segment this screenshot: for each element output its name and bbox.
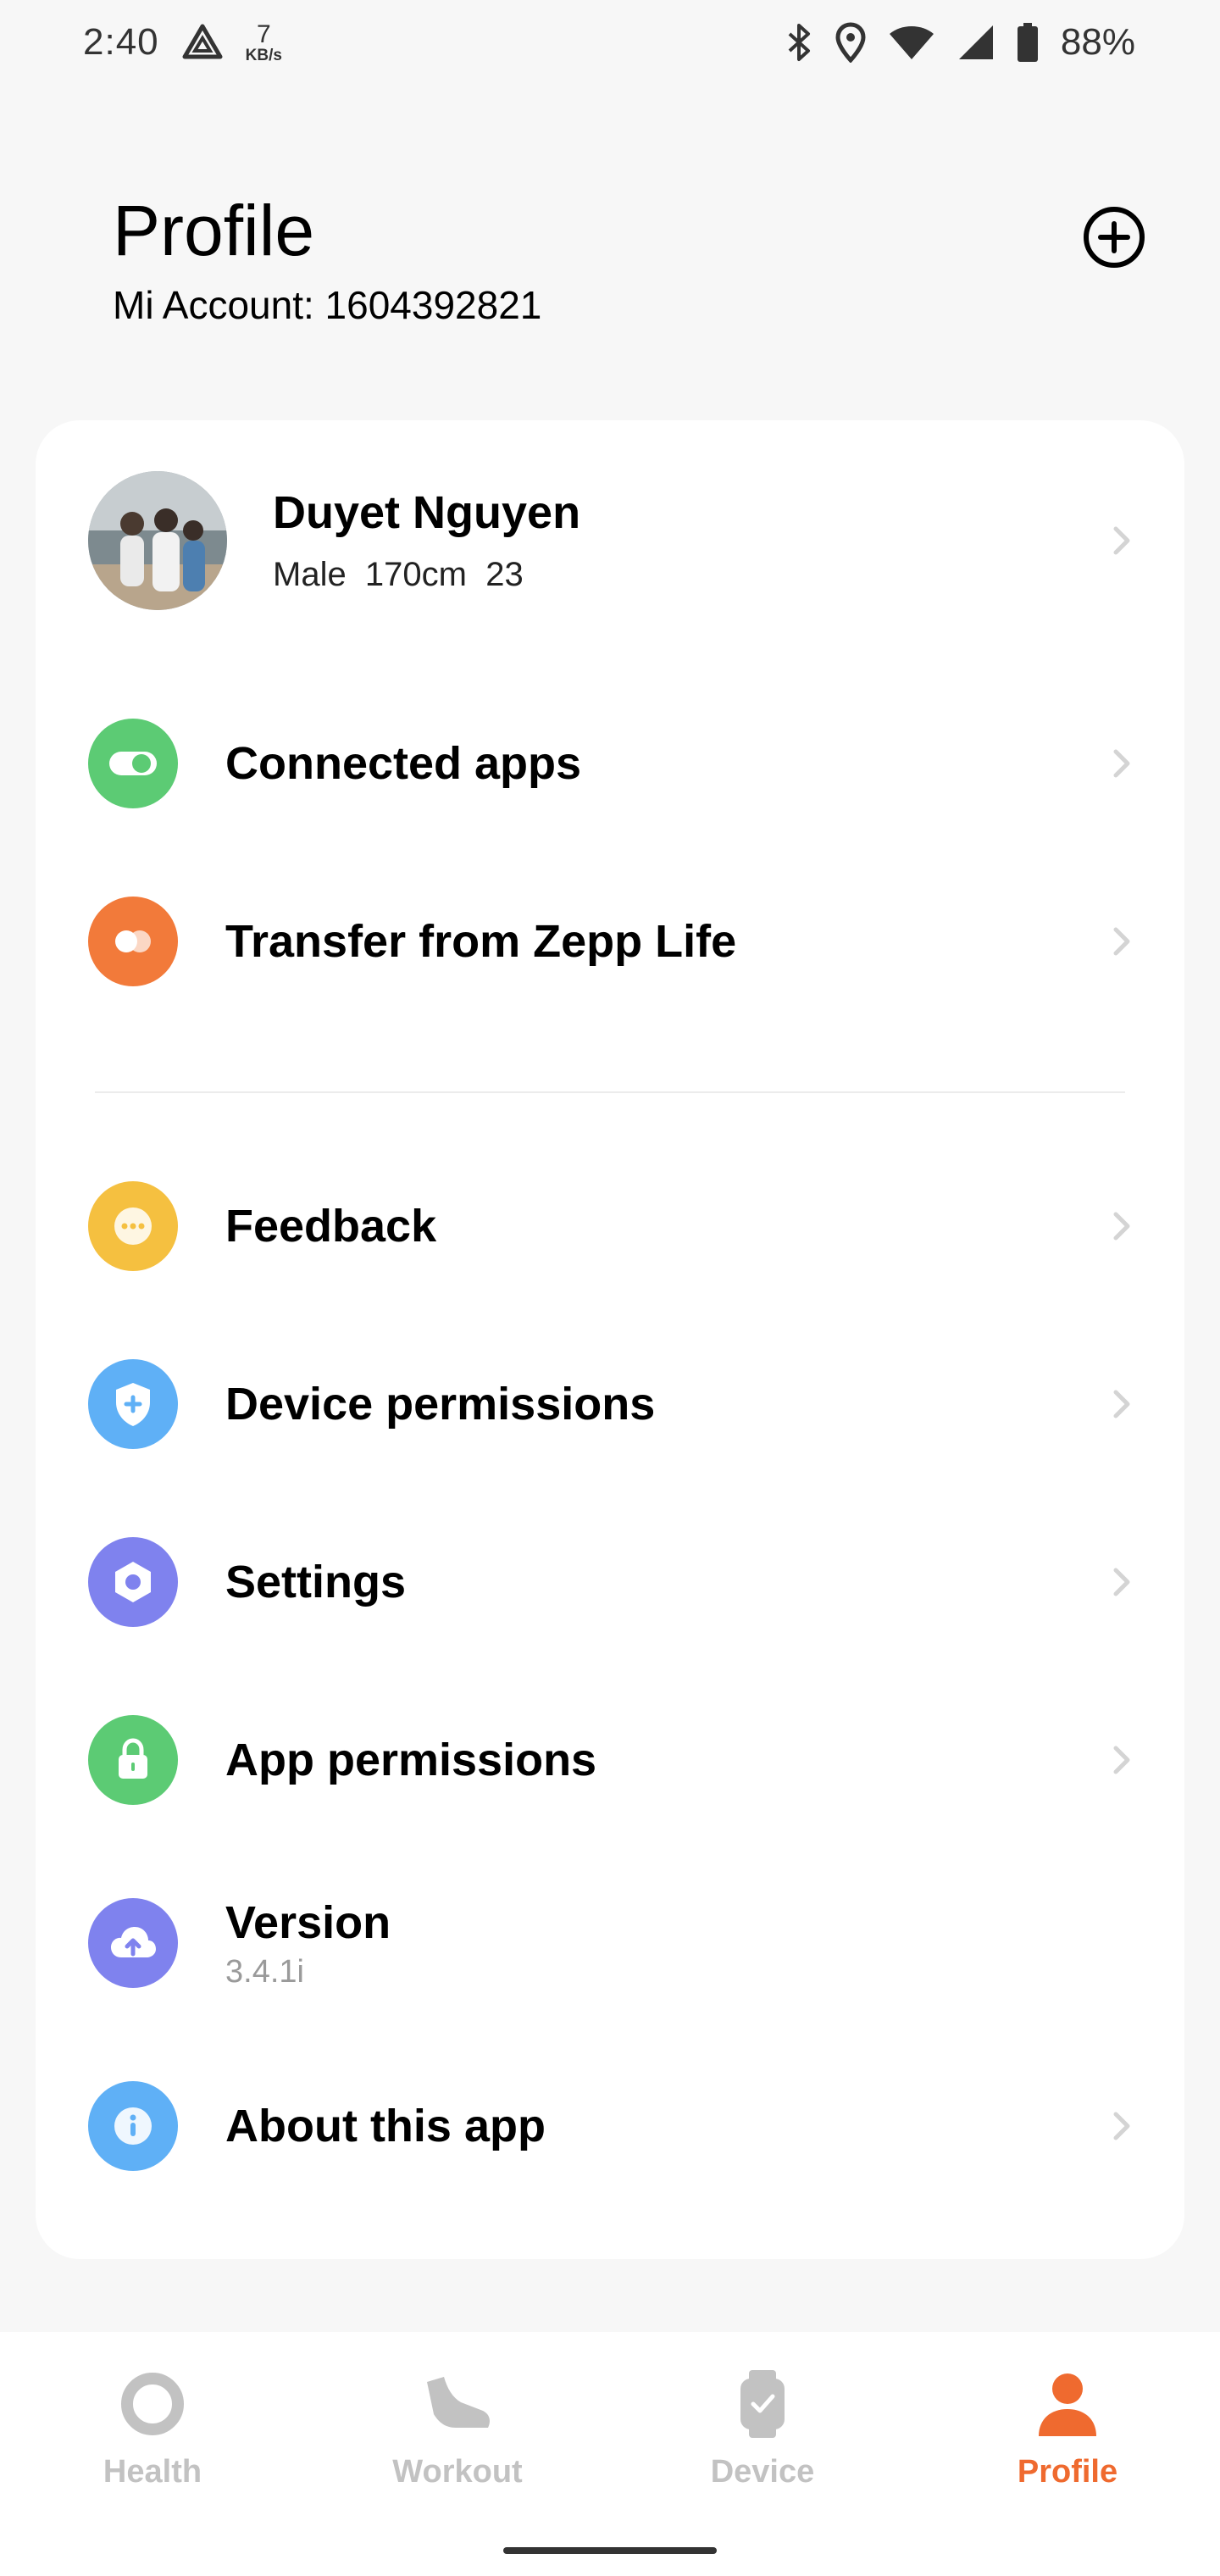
settings-label: Settings xyxy=(225,1557,407,1607)
chevron-right-icon xyxy=(1105,1387,1139,1421)
connected-apps-row[interactable]: Connected apps xyxy=(36,719,1184,808)
bottom-navigation: Health Workout Device Profile xyxy=(0,2332,1220,2576)
profile-menu-card: Duyet Nguyen Male 170cm 23 Connected app… xyxy=(36,420,1184,2259)
hexagon-gear-icon xyxy=(88,1537,178,1627)
section-divider xyxy=(95,1091,1125,1093)
info-icon xyxy=(88,2081,178,2171)
user-name: Duyet Nguyen xyxy=(273,487,581,538)
nav-workout[interactable]: Workout xyxy=(330,2366,585,2518)
nav-profile-label: Profile xyxy=(1017,2454,1118,2490)
feedback-row[interactable]: Feedback xyxy=(36,1181,1184,1271)
status-right: 88% xyxy=(785,21,1135,64)
nav-workout-label: Workout xyxy=(392,2454,523,2490)
nav-device-label: Device xyxy=(710,2454,815,2490)
smartwatch-icon xyxy=(724,2366,801,2442)
network-speed-unit: KB/s xyxy=(245,46,282,64)
settings-row[interactable]: Settings xyxy=(36,1537,1184,1627)
transfer-icon xyxy=(88,897,178,986)
status-bar: 2:40 7 KB/s 88% xyxy=(0,0,1220,85)
about-label: About this app xyxy=(225,2101,546,2151)
wifi-icon xyxy=(888,24,935,61)
chevron-right-icon xyxy=(1105,1209,1139,1243)
transfer-label: Transfer from Zepp Life xyxy=(225,916,737,967)
toggle-icon xyxy=(88,719,178,808)
chevron-right-icon xyxy=(1105,1565,1139,1599)
user-profile-row[interactable]: Duyet Nguyen Male 170cm 23 xyxy=(36,471,1184,610)
nav-device[interactable]: Device xyxy=(635,2366,890,2518)
about-this-app-row[interactable]: About this app xyxy=(36,2081,1184,2171)
device-permissions-row[interactable]: Device permissions xyxy=(36,1359,1184,1449)
page-title: Profile xyxy=(113,191,315,270)
network-speed-value: 7 xyxy=(256,19,271,48)
status-time: 2:40 xyxy=(83,21,159,63)
app-permissions-label: App permissions xyxy=(225,1735,597,1785)
feedback-label: Feedback xyxy=(225,1201,437,1252)
mi-account-id: Mi Account: 1604392821 xyxy=(113,283,542,327)
person-icon xyxy=(1029,2366,1106,2442)
cellular-signal-icon xyxy=(957,24,995,61)
transfer-from-zepp-life-row[interactable]: Transfer from Zepp Life xyxy=(36,897,1184,986)
battery-icon xyxy=(1017,22,1039,63)
version-row: Version 3.4.1i xyxy=(36,1897,1184,1990)
profile-screen: 2:40 7 KB/s 88% Profile Mi Account: 1604… xyxy=(0,0,1220,2576)
nav-health[interactable]: Health xyxy=(25,2366,280,2518)
bluetooth-icon xyxy=(785,22,813,63)
plus-circle-icon xyxy=(1084,207,1145,268)
chevron-right-icon xyxy=(1105,524,1139,558)
shield-icon xyxy=(88,1359,178,1449)
app-permissions-row[interactable]: App permissions xyxy=(36,1715,1184,1805)
status-left: 2:40 7 KB/s xyxy=(83,21,282,64)
chevron-right-icon xyxy=(1105,747,1139,780)
location-icon xyxy=(835,22,866,63)
home-indicator[interactable] xyxy=(503,2547,717,2554)
profile-header: Profile Mi Account: 1604392821 xyxy=(113,188,1146,341)
connected-apps-label: Connected apps xyxy=(225,738,582,789)
nav-health-label: Health xyxy=(103,2454,202,2490)
user-details: Male 170cm 23 xyxy=(273,556,524,593)
chevron-right-icon xyxy=(1105,924,1139,958)
shoe-icon xyxy=(419,2366,496,2442)
chat-bubble-icon xyxy=(88,1181,178,1271)
drive-icon xyxy=(181,23,224,62)
battery-percentage: 88% xyxy=(1060,21,1135,63)
chevron-right-icon xyxy=(1105,1743,1139,1777)
version-number: 3.4.1i xyxy=(225,1954,304,1990)
device-permissions-label: Device permissions xyxy=(225,1379,656,1430)
network-speed: 7 KB/s xyxy=(245,19,282,64)
avatar xyxy=(88,471,227,610)
add-button[interactable] xyxy=(1082,205,1146,269)
lock-icon xyxy=(88,1715,178,1805)
chevron-right-icon xyxy=(1105,2109,1139,2143)
cloud-upload-icon xyxy=(88,1898,178,1988)
version-label: Version xyxy=(225,1897,391,1948)
nav-profile[interactable]: Profile xyxy=(940,2366,1195,2518)
health-ring-icon xyxy=(114,2366,191,2442)
